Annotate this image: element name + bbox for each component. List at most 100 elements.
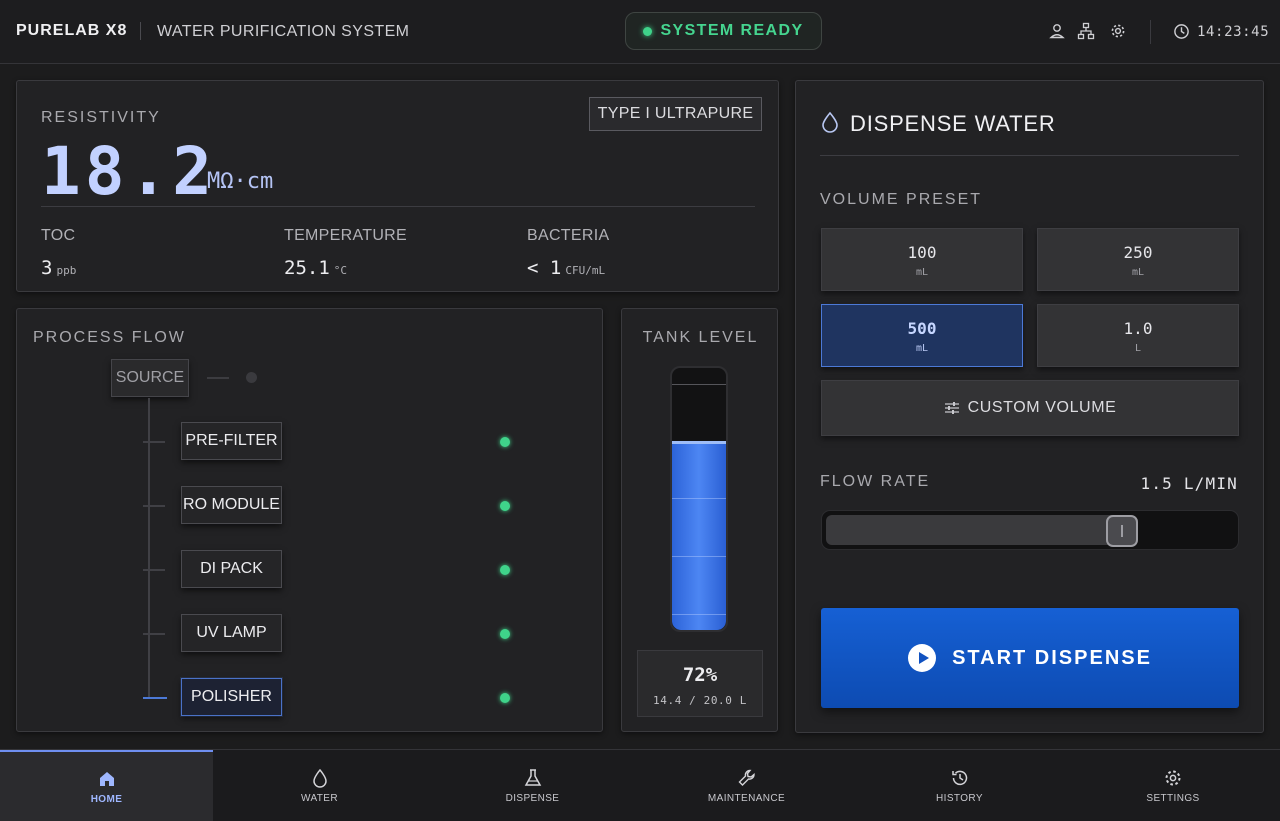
- tank-gridline: [672, 498, 726, 499]
- nav-maintenance[interactable]: MAINTENANCE: [640, 750, 853, 821]
- resistivity-panel: RESISTIVITY TYPE I ULTRAPURE 18.2 MΩ·cm …: [16, 80, 779, 292]
- droplet-icon: [822, 111, 838, 133]
- gear-icon: [1165, 770, 1181, 786]
- source-node: SOURCE: [111, 359, 189, 397]
- temperature-label: TEMPERATURE: [284, 227, 408, 244]
- preset-value: 100: [907, 243, 937, 262]
- preset-value: 1.0: [1123, 319, 1153, 338]
- sliders-icon: [944, 402, 959, 414]
- nav-label: SETTINGS: [1146, 793, 1200, 804]
- flow-rate-slider-fill: [826, 515, 1122, 545]
- stage-status-dot: [500, 693, 510, 703]
- flow-branch-line: [143, 505, 165, 507]
- droplet-icon: [312, 768, 327, 788]
- tank-gridline: [672, 614, 726, 615]
- dispense-title: DISPENSE WATER: [850, 111, 1056, 136]
- process-flow-title: PROCESS FLOW: [33, 329, 186, 346]
- flow-trunk-line: [148, 398, 150, 698]
- source-status-dot: [246, 372, 257, 383]
- header-divider: [1150, 20, 1151, 44]
- preset-250ml-button[interactable]: 250 mL: [1037, 228, 1239, 291]
- stage-uv-lamp[interactable]: UV LAMP: [181, 614, 282, 652]
- bottom-navigation: HOME WATER DISPENSE MAINTENANCE HISTORY: [0, 749, 1280, 821]
- play-icon: [908, 644, 937, 672]
- tank-percent: 72%: [682, 664, 718, 686]
- nav-dispense[interactable]: DISPENSE: [426, 750, 639, 821]
- system-status-text: SYSTEM READY: [660, 22, 804, 39]
- nav-label: HISTORY: [936, 793, 983, 804]
- status-indicator-dot: [643, 26, 653, 36]
- dispense-divider: [820, 155, 1239, 156]
- current-time: 14:23:45: [1197, 24, 1270, 40]
- user-icon[interactable]: [1048, 22, 1066, 40]
- process-flow-panel: PROCESS FLOW SOURCE PRE-FILTER RO MODULE…: [16, 308, 603, 732]
- toc-label: TOC: [41, 227, 76, 244]
- gear-icon[interactable]: [1109, 22, 1127, 40]
- flask-icon: [524, 769, 541, 786]
- source-connector: [207, 377, 229, 379]
- stage-polisher[interactable]: POLISHER: [181, 678, 282, 716]
- flow-rate-slider-thumb[interactable]: [1106, 515, 1138, 547]
- flow-branch-line: [143, 633, 165, 635]
- nav-label: MAINTENANCE: [707, 793, 786, 804]
- nav-settings[interactable]: SETTINGS: [1066, 750, 1280, 821]
- resistivity-unit: MΩ·cm: [207, 169, 274, 194]
- nav-label: WATER: [301, 793, 338, 804]
- top-bar: PURELAB X8 WATER PURIFICATION SYSTEM SYS…: [0, 0, 1280, 64]
- temperature-value: 25.1 °C: [284, 257, 348, 279]
- tank-volume: 14.4 / 20.0 L: [653, 694, 747, 707]
- tank-level-title: TANK LEVEL: [642, 329, 759, 346]
- tank-gauge: [670, 366, 728, 632]
- nav-label: DISPENSE: [505, 793, 560, 804]
- preset-value: 250: [1123, 243, 1153, 262]
- flow-rate-slider[interactable]: [821, 510, 1239, 550]
- system-subtitle: WATER PURIFICATION SYSTEM: [157, 23, 410, 40]
- flow-branch-line: [143, 441, 165, 443]
- nav-label: HOME: [90, 794, 123, 805]
- stage-ro-module[interactable]: RO MODULE: [181, 486, 282, 524]
- dispense-panel: DISPENSE WATER VOLUME PRESET 100 mL 250 …: [795, 80, 1264, 733]
- start-dispense-label: START DISPENSE: [952, 646, 1152, 669]
- bacteria-value: < 1 CFU/mL: [527, 257, 606, 279]
- tank-readout: 72% 14.4 / 20.0 L: [637, 650, 763, 717]
- toc-value: 3 ppb: [41, 257, 77, 279]
- resistivity-divider: [41, 206, 755, 207]
- preset-100ml-button[interactable]: 100 mL: [821, 228, 1023, 291]
- clock-icon: [1174, 24, 1189, 39]
- preset-unit: mL: [915, 343, 929, 354]
- stage-status-dot: [500, 629, 510, 639]
- preset-value: 500: [907, 319, 937, 338]
- brand-name: PURELAB X8: [16, 22, 128, 39]
- stage-di-pack[interactable]: DI PACK: [181, 550, 282, 588]
- stage-status-dot: [500, 437, 510, 447]
- system-status-badge: SYSTEM READY: [625, 12, 822, 50]
- stage-pre-filter[interactable]: PRE-FILTER: [181, 422, 282, 460]
- stage-status-dot: [500, 501, 510, 511]
- tank-fill: [672, 441, 726, 630]
- preset-500ml-button[interactable]: 500 mL: [821, 304, 1023, 367]
- wrench-icon: [738, 769, 755, 786]
- tank-max-line: [672, 384, 726, 385]
- custom-volume-button[interactable]: CUSTOM VOLUME: [821, 380, 1239, 436]
- nav-home[interactable]: HOME: [0, 750, 213, 821]
- stage-status-dot: [500, 565, 510, 575]
- preset-unit: mL: [915, 267, 929, 278]
- resistivity-value: 18.2: [41, 133, 216, 210]
- flow-rate-value: 1.5 L/MIN: [1140, 474, 1238, 493]
- custom-volume-label: CUSTOM VOLUME: [967, 399, 1117, 416]
- nav-water[interactable]: WATER: [213, 750, 426, 821]
- flow-branch-line-active: [143, 697, 167, 699]
- preset-1l-button[interactable]: 1.0 L: [1037, 304, 1239, 367]
- tank-level-panel: TANK LEVEL 72% 14.4 / 20.0 L: [621, 308, 778, 732]
- volume-preset-label: VOLUME PRESET: [820, 191, 983, 208]
- brand-divider: [140, 22, 141, 40]
- network-icon[interactable]: [1077, 22, 1095, 40]
- resistivity-label: RESISTIVITY: [41, 109, 161, 126]
- start-dispense-button[interactable]: START DISPENSE: [821, 608, 1239, 708]
- preset-unit: mL: [1131, 267, 1145, 278]
- flow-branch-line: [143, 569, 165, 571]
- nav-history[interactable]: HISTORY: [853, 750, 1066, 821]
- water-type-badge: TYPE I ULTRAPURE: [589, 97, 762, 131]
- home-icon: [99, 772, 114, 786]
- flow-rate-label: FLOW RATE: [820, 473, 931, 490]
